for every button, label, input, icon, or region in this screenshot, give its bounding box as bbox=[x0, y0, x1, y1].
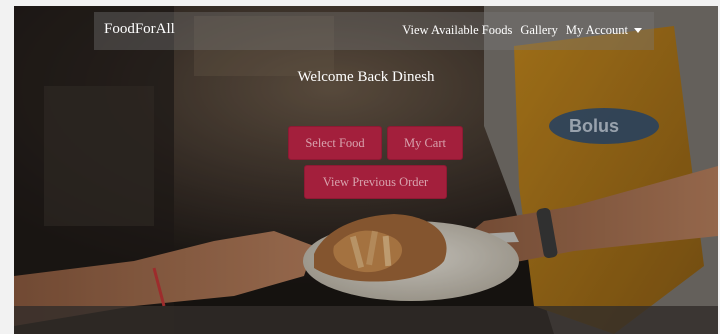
my-cart-button[interactable]: My Cart bbox=[387, 126, 463, 160]
nav-view-available-foods[interactable]: View Available Foods bbox=[402, 23, 512, 38]
top-navbar: FoodForAll View Available Foods Gallery … bbox=[94, 12, 654, 50]
browser-viewport: Bolus FoodForAll View Available Foods Ga… bbox=[0, 0, 720, 334]
select-food-button[interactable]: Select Food bbox=[288, 126, 382, 160]
nav-my-account-label: My Account bbox=[565, 23, 628, 37]
welcome-message: Welcome Back Dinesh bbox=[297, 69, 435, 85]
caret-down-icon bbox=[634, 28, 642, 33]
hero-section: Bolus FoodForAll View Available Foods Ga… bbox=[14, 6, 718, 334]
nav-gallery[interactable]: Gallery bbox=[520, 23, 557, 38]
nav-links: View Available Foods Gallery My Account bbox=[402, 23, 642, 38]
brand-logo[interactable]: FoodForAll bbox=[104, 21, 175, 38]
nav-my-account-dropdown[interactable]: My Account bbox=[566, 23, 642, 38]
view-previous-order-button[interactable]: View Previous Order bbox=[304, 165, 447, 199]
